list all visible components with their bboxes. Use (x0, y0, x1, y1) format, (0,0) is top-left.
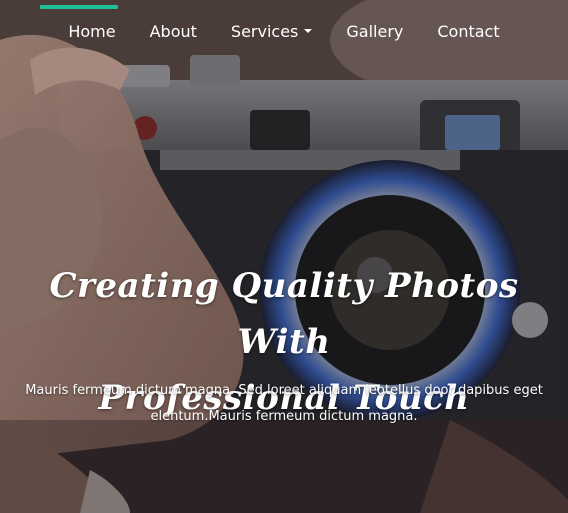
nav-services-dropdown[interactable]: Services (214, 22, 329, 41)
caret-down-icon (304, 28, 313, 33)
description-line-1: Mauris fermeum dictum magna. Sed loreet … (25, 383, 543, 398)
hero-overlay (0, 0, 568, 513)
description-line-2: elentum.Mauris fermeum dictum magna. (150, 409, 418, 424)
main-navigation: Home About Services Gallery Contact (0, 0, 568, 70)
nav-contact-link[interactable]: Contact (420, 22, 516, 41)
hero-section: Home About Services Gallery Contact Crea… (0, 0, 568, 513)
hero-description: Mauris fermeum dictum magna. Sed loreet … (0, 378, 568, 430)
nav-about-link[interactable]: About (133, 22, 214, 41)
nav-home-link[interactable]: Home (51, 22, 132, 41)
active-nav-indicator (40, 5, 118, 9)
nav-services-label: Services (230, 22, 299, 41)
nav-list: Home About Services Gallery Contact (0, 22, 568, 41)
headline-line-1: Creating Quality Photos With (49, 266, 519, 362)
nav-gallery-link[interactable]: Gallery (329, 22, 420, 41)
